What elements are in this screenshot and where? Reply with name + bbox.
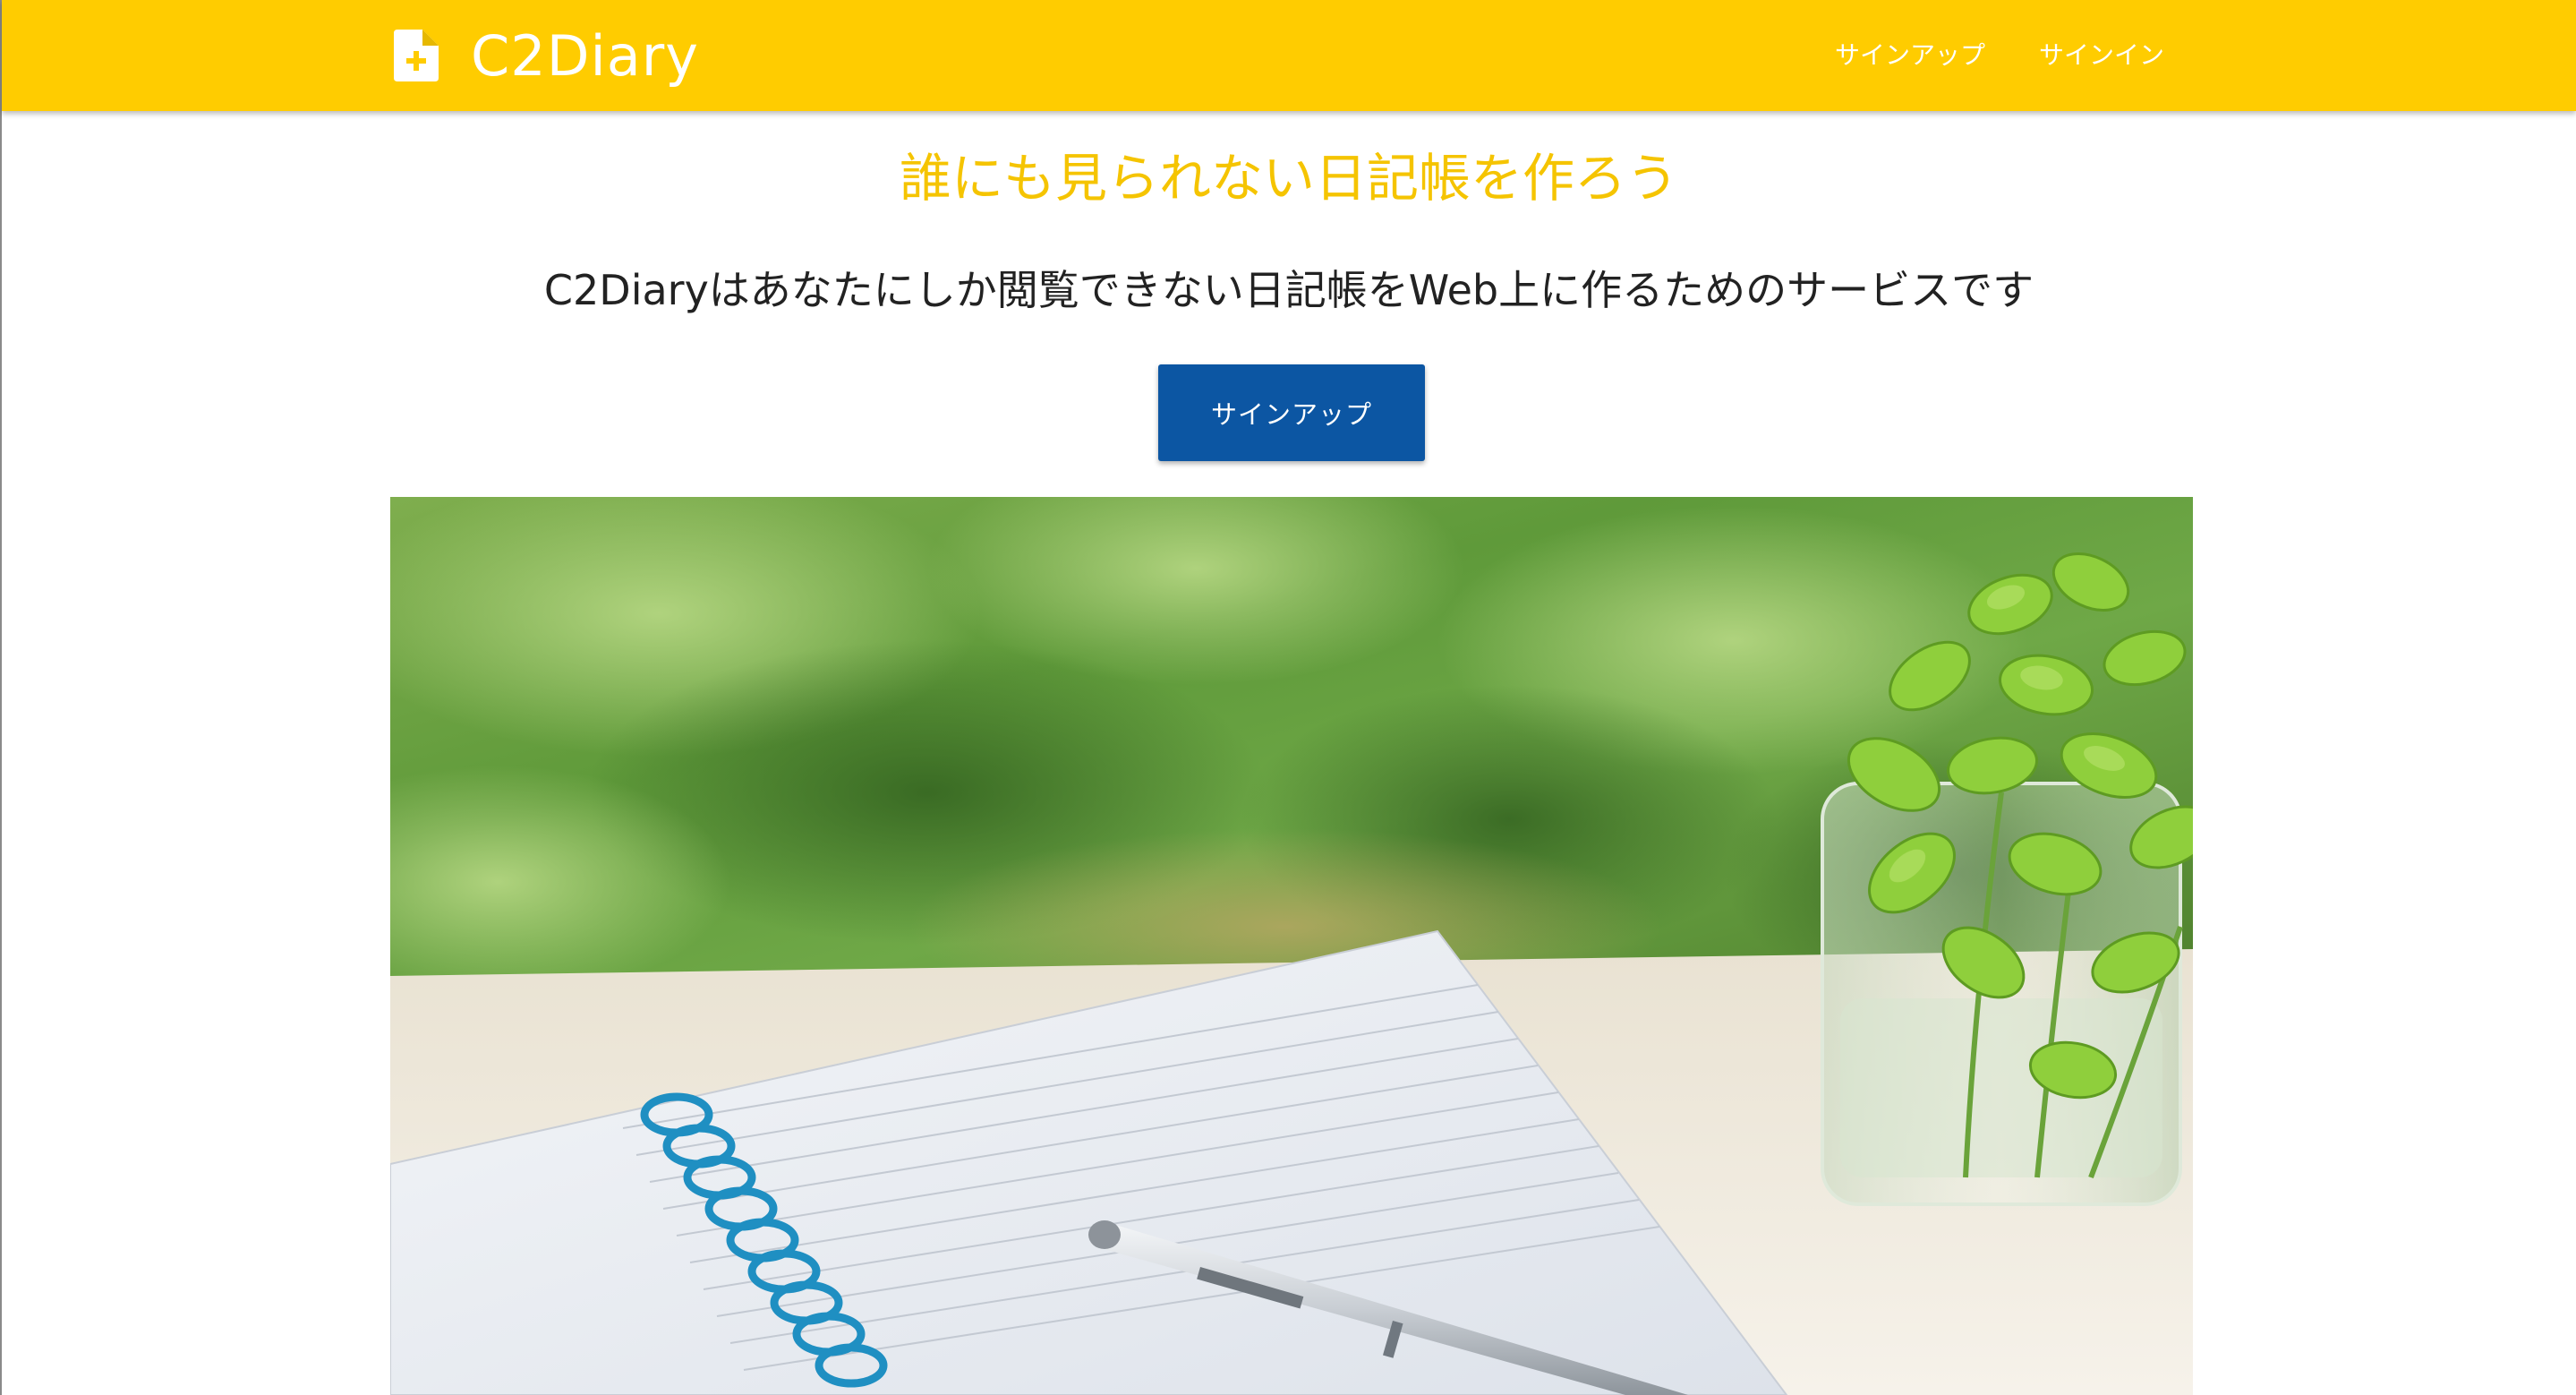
brand-logo-link[interactable]: C2Diary — [394, 21, 699, 90]
nav-signin-link[interactable]: サインイン — [2039, 36, 2164, 72]
hero-headline: 誰にも見られない日記帳を作ろう — [899, 148, 1678, 209]
notebook-pen-plant-photo — [390, 497, 2193, 1395]
nav-signup-link[interactable]: サインアップ — [1835, 36, 1985, 72]
top-navbar: C2Diary サインアップ サインイン — [2, 0, 2576, 111]
hero-description: C2Diaryはあなたにしか閲覧できない日記帳をWeb上に作るためのサービスです — [543, 266, 2034, 314]
hero-image — [390, 497, 2193, 1395]
file-plus-icon — [394, 30, 439, 81]
brand-name: C2Diary — [471, 22, 699, 89]
signup-button[interactable]: サインアップ — [1158, 364, 1425, 461]
nav-links: サインアップ サインイン — [1835, 0, 2164, 107]
page: C2Diary サインアップ サインイン 誰にも見られない日記帳を作ろう C2D… — [0, 0, 2576, 1395]
